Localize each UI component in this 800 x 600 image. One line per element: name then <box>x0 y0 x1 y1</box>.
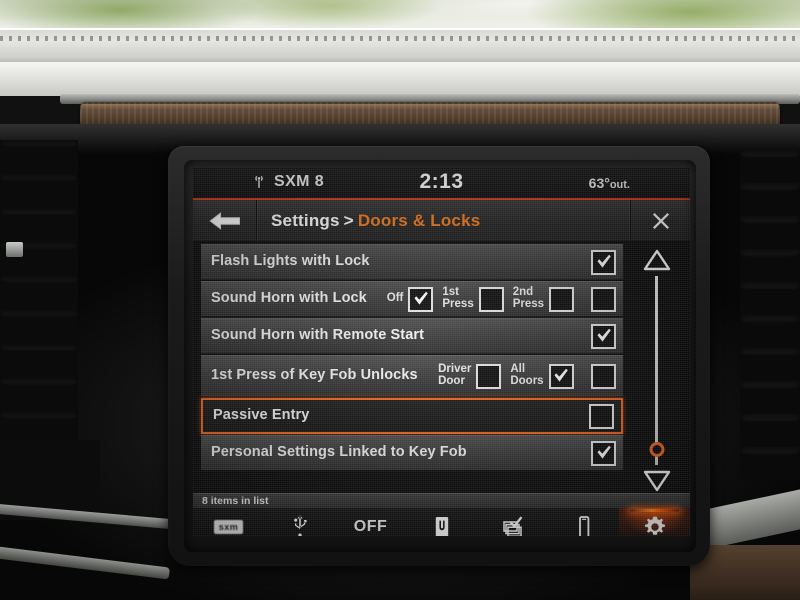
right-air-vent <box>740 150 800 480</box>
vent-slat <box>740 381 800 389</box>
wood-trim-highlight <box>80 104 780 109</box>
vent-slat <box>0 344 78 351</box>
vent-slat <box>740 150 800 158</box>
vent-slat <box>740 447 800 455</box>
vent-slat <box>0 140 78 147</box>
vent-slat <box>740 348 800 356</box>
vent-slat <box>740 216 800 224</box>
vent-slat <box>740 282 800 290</box>
bezel-inner-shadow <box>184 160 696 552</box>
vent-slat <box>0 412 78 419</box>
vent-slat <box>740 183 800 191</box>
vent-slat <box>0 378 78 385</box>
vent-slat <box>740 414 800 422</box>
vent-slat <box>0 310 78 317</box>
vent-slat <box>740 315 800 323</box>
vent-slat <box>0 208 78 215</box>
vent-slat <box>0 276 78 283</box>
left-air-vent <box>0 140 78 440</box>
car-dashboard-photo: SXM 8 2:13 63°out. Settings > Doors & Lock… <box>0 0 800 600</box>
dash-stitching <box>0 36 800 41</box>
vent-slat <box>740 249 800 257</box>
left-vent-knob <box>6 242 23 257</box>
dash-top-pad-lower <box>0 62 800 96</box>
vent-slat <box>0 174 78 181</box>
